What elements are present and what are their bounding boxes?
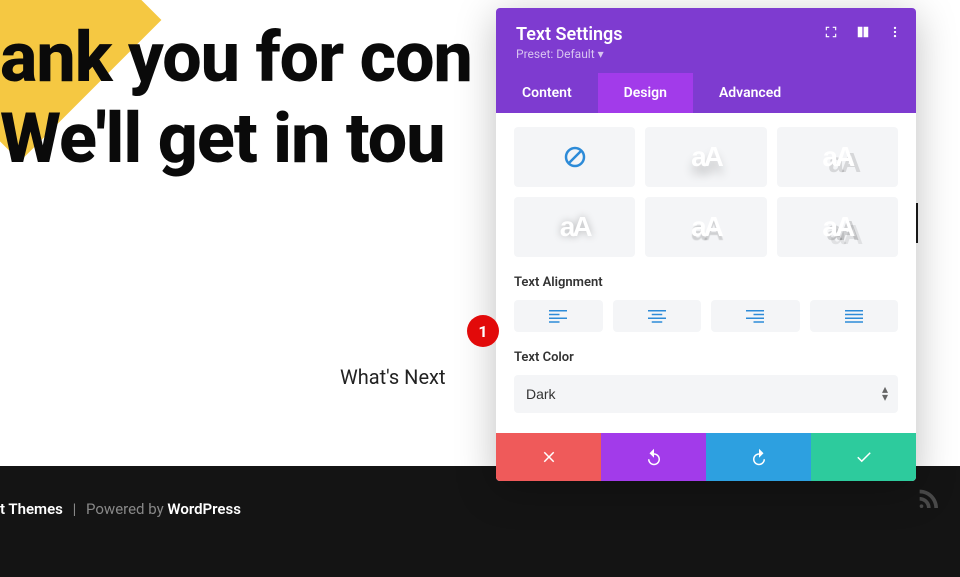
align-left-icon	[549, 309, 567, 323]
align-center-icon	[648, 309, 666, 323]
shadow-option-3[interactable]: aA	[514, 197, 635, 257]
text-color-select[interactable]	[514, 375, 898, 413]
panel-header: Text Settings Preset: Default ▾	[496, 8, 916, 73]
alignment-label: Text Alignment	[514, 275, 898, 290]
annotation-badge-1: 1	[467, 315, 499, 347]
tab-advanced[interactable]: Advanced	[693, 73, 807, 113]
rss-icon[interactable]	[916, 486, 938, 508]
undo-icon	[645, 448, 663, 466]
shadow-option-1[interactable]: aA	[645, 127, 766, 187]
text-settings-panel: Text Settings Preset: Default ▾ Content …	[496, 8, 916, 481]
shadow-none[interactable]	[514, 127, 635, 187]
align-justify-icon	[845, 309, 863, 323]
shadow-option-5[interactable]: aA	[777, 197, 898, 257]
align-left-button[interactable]	[514, 300, 603, 332]
more-icon[interactable]	[888, 24, 902, 43]
tab-content[interactable]: Content	[496, 73, 598, 113]
whats-next-heading: What's Next	[340, 365, 446, 389]
align-right-button[interactable]	[711, 300, 800, 332]
footer-themes[interactable]: t Themes	[0, 500, 63, 518]
close-button[interactable]	[496, 433, 601, 481]
hero-heading: ank you for con We'll get in tou	[0, 18, 472, 179]
panel-tabs: Content Design Advanced	[496, 73, 916, 113]
page-footer: t Themes | Powered by WordPress	[0, 466, 960, 577]
close-icon	[540, 448, 558, 466]
columns-icon[interactable]	[856, 24, 870, 43]
shadow-option-2[interactable]: aA	[777, 127, 898, 187]
expand-icon[interactable]	[824, 24, 838, 43]
text-shadow-grid: aA aA aA aA aA	[514, 127, 898, 257]
shadow-option-4[interactable]: aA	[645, 197, 766, 257]
redo-button[interactable]	[706, 433, 811, 481]
align-center-button[interactable]	[613, 300, 702, 332]
redo-icon	[750, 448, 768, 466]
align-right-icon	[746, 309, 764, 323]
align-justify-button[interactable]	[810, 300, 899, 332]
undo-button[interactable]	[601, 433, 706, 481]
tab-design[interactable]: Design	[598, 73, 693, 113]
color-label: Text Color	[514, 350, 898, 365]
confirm-button[interactable]	[811, 433, 916, 481]
footer-wordpress-link[interactable]: WordPress	[167, 500, 241, 518]
none-icon	[563, 145, 587, 169]
panel-actions	[496, 433, 916, 481]
check-icon	[855, 448, 873, 466]
preset-dropdown[interactable]: Preset: Default ▾	[516, 47, 896, 61]
